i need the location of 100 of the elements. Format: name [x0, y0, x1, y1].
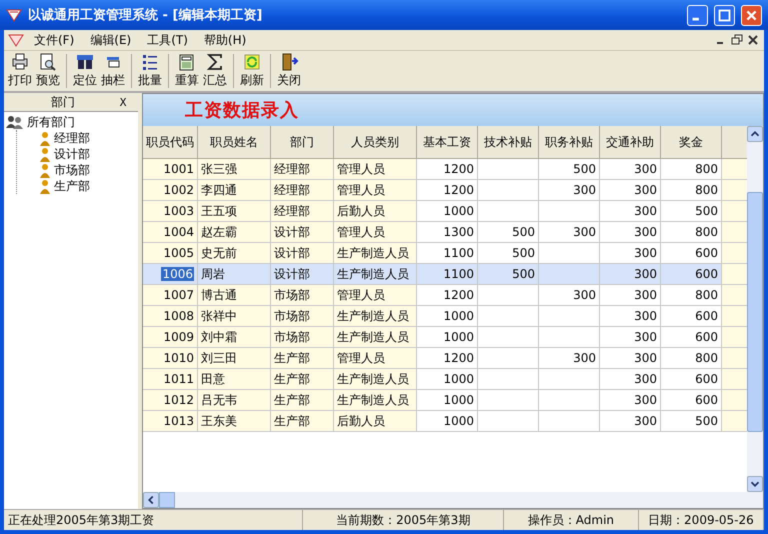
app-icon	[6, 8, 22, 22]
table-cell: 600	[661, 390, 722, 411]
table-cell: 300	[600, 243, 661, 264]
table-cell: 1008	[143, 306, 198, 327]
menu-item[interactable]: 文件(F)	[28, 30, 80, 50]
toolbar-button[interactable]: 抽栏	[99, 52, 127, 91]
table-cell: 管理人员	[334, 180, 417, 201]
table-cell: 博古通	[198, 285, 271, 306]
table-cell: 管理人员	[334, 285, 417, 306]
panel-title: 部门	[50, 94, 76, 110]
table-cell: 经理部	[271, 201, 334, 222]
table-cell: 后勤人员	[334, 411, 417, 432]
people-icon	[6, 115, 24, 129]
table-cell: 800	[661, 222, 722, 243]
column-header[interactable]: 奖金	[661, 126, 722, 159]
table-cell	[478, 327, 539, 348]
table-cell	[722, 159, 747, 180]
tree-item[interactable]: 设计部	[54, 146, 90, 162]
table-cell: 1000	[417, 369, 478, 390]
horizontal-scrollbar[interactable]	[143, 492, 747, 508]
table-cell: 300	[600, 306, 661, 327]
table-cell	[478, 306, 539, 327]
table-cell: 生产部	[271, 369, 334, 390]
table-cell	[722, 327, 747, 348]
table-cell	[478, 180, 539, 201]
toolbar-button[interactable]: 定位	[71, 52, 99, 91]
maximize-icon[interactable]	[714, 4, 735, 26]
table-cell: 刘三田	[198, 348, 271, 369]
toolbar-button[interactable]: 关闭	[275, 52, 303, 91]
toolbar-button[interactable]: 预览	[34, 52, 62, 91]
tree-item[interactable]: 经理部	[54, 130, 90, 146]
column-header[interactable]: 技术补贴	[478, 126, 539, 159]
table-cell: 市场部	[271, 285, 334, 306]
minimize-icon[interactable]	[687, 4, 708, 26]
table-cell: 1200	[417, 348, 478, 369]
table-cell	[722, 369, 747, 390]
table-cell: 田意	[198, 369, 271, 390]
restore-icon[interactable]	[730, 33, 744, 47]
table-cell: 生产制造人员	[334, 327, 417, 348]
table-cell: 王五项	[198, 201, 271, 222]
column-header[interactable]: 基本工资	[417, 126, 478, 159]
column-header[interactable]: 职务补贴	[539, 126, 600, 159]
table-cell: 800	[661, 159, 722, 180]
banner-title: 工资数据录入	[185, 99, 299, 122]
table-cell: 生产制造人员	[334, 243, 417, 264]
toolbar-button[interactable]: 批量	[136, 52, 164, 91]
table-cell: 1200	[417, 159, 478, 180]
table-cell	[722, 348, 747, 369]
menu-item[interactable]: 帮助(H)	[198, 30, 252, 50]
table-cell	[539, 264, 600, 285]
tree-item[interactable]: 市场部	[54, 162, 90, 178]
table-cell: 300	[539, 285, 600, 306]
column-header[interactable]: 交通补助	[600, 126, 661, 159]
tree-item[interactable]: 生产部	[54, 178, 90, 194]
table-cell: 1200	[417, 180, 478, 201]
column-header[interactable]: 职员代码	[143, 126, 198, 159]
table-cell: 赵左霸	[198, 222, 271, 243]
vertical-scrollbar[interactable]	[747, 126, 763, 508]
table-cell: 1011	[143, 369, 198, 390]
column-header[interactable]: 人员类别	[334, 126, 417, 159]
status-text: 日期：2009-05-26	[638, 510, 764, 530]
table-cell: 1000	[417, 390, 478, 411]
table-cell: 李四通	[198, 180, 271, 201]
table-cell: 管理人员	[334, 159, 417, 180]
table-cell: 周岩	[198, 264, 271, 285]
close-icon[interactable]	[746, 33, 760, 47]
table-cell: 设计部	[271, 264, 334, 285]
table-cell: 1006	[143, 264, 198, 285]
table-cell: 1100	[417, 264, 478, 285]
table-cell	[539, 327, 600, 348]
table-cell: 1000	[417, 306, 478, 327]
panel-close-button[interactable]: X	[108, 96, 138, 108]
table-cell	[722, 390, 747, 411]
table-cell: 生产部	[271, 411, 334, 432]
table-cell: 1012	[143, 390, 198, 411]
table-cell: 300	[600, 222, 661, 243]
table-cell: 生产制造人员	[334, 390, 417, 411]
close-icon[interactable]	[741, 4, 762, 26]
column-header[interactable]: 部门	[271, 126, 334, 159]
table-cell: 500	[661, 411, 722, 432]
scrollbar-thumb[interactable]	[159, 492, 175, 508]
menu-item[interactable]: 工具(T)	[141, 30, 194, 50]
table-cell: 经理部	[271, 180, 334, 201]
table-cell: 张三强	[198, 159, 271, 180]
table-cell: 800	[661, 180, 722, 201]
table-cell: 1010	[143, 348, 198, 369]
table-cell: 生产制造人员	[334, 369, 417, 390]
toolbar-button[interactable]: 重算	[173, 52, 201, 91]
menu-item[interactable]: 编辑(E)	[84, 30, 138, 50]
table-cell: 500	[478, 222, 539, 243]
person-icon	[39, 178, 51, 194]
toolbar-button[interactable]: 汇总	[201, 52, 229, 91]
column-header[interactable]: 职员姓名	[198, 126, 271, 159]
toolbar-button[interactable]: 打印	[6, 52, 34, 91]
toolbar-button[interactable]: 刷新	[238, 52, 266, 91]
table-cell: 市场部	[271, 327, 334, 348]
scrollbar-thumb[interactable]	[747, 192, 763, 432]
tree-item[interactable]: 所有部门	[27, 114, 75, 130]
table-cell: 1007	[143, 285, 198, 306]
table-cell: 管理人员	[334, 222, 417, 243]
